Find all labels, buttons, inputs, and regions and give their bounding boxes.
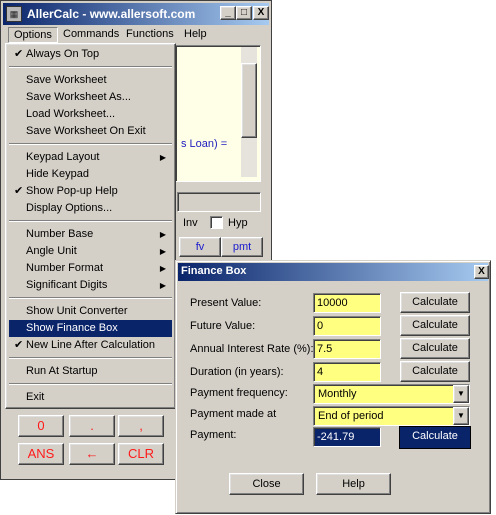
calculator-icon: ▦ <box>6 6 22 22</box>
calculate-duration-button[interactable]: Calculate <box>400 361 470 382</box>
inv-label: Inv <box>183 217 198 229</box>
menu-item-significant-digits[interactable]: Significant Digits ▶ <box>9 277 172 294</box>
options-menu: ✔ Always On Top Save Worksheet Save Works… <box>5 43 176 409</box>
entry-field[interactable] <box>177 192 261 212</box>
menu-options[interactable]: Options <box>8 27 58 43</box>
menu-item-show-finance-box[interactable]: Show Finance Box <box>9 320 172 337</box>
worksheet-scrollbar[interactable] <box>241 47 257 177</box>
menu-item-keypad-layout[interactable]: Keypad Layout ▶ <box>9 149 172 166</box>
calculate-interest-rate-button[interactable]: Calculate <box>400 338 470 359</box>
calculate-payment-button[interactable]: Calculate <box>399 426 471 449</box>
key-comma[interactable]: , <box>118 415 164 437</box>
future-value-label: Future Value: <box>190 320 256 332</box>
calc-title-bar[interactable]: ▦ AllerCalc - www.allersoft.com _ □ X <box>3 3 269 25</box>
scrollbar-thumb[interactable] <box>241 63 257 138</box>
menu-item-show-popup-help[interactable]: ✔ Show Pop-up Help <box>9 183 172 200</box>
close-button[interactable]: X <box>253 6 269 20</box>
pmt-button[interactable]: pmt <box>221 237 263 257</box>
menu-item-display-options[interactable]: Display Options... <box>9 200 172 217</box>
interest-rate-label: Annual Interest Rate (%): <box>190 343 314 355</box>
payment-frequency-label: Payment frequency: <box>190 387 288 399</box>
menu-separator <box>9 220 172 222</box>
menu-item-new-line-after-calc[interactable]: ✔ New Line After Calculation <box>9 337 172 354</box>
menu-item-run-at-startup[interactable]: Run At Startup <box>9 363 172 380</box>
payment-label: Payment: <box>190 429 237 441</box>
calc-title: AllerCalc - www.allersoft.com <box>27 7 196 21</box>
menu-separator <box>9 383 172 385</box>
menu-item-hide-keypad[interactable]: Hide Keypad <box>9 166 172 183</box>
payment-made-at-value: End of period <box>318 410 384 422</box>
key-ans[interactable]: ANS <box>18 443 64 465</box>
close-dialog-button[interactable]: Close <box>229 473 304 495</box>
menu-item-save-worksheet[interactable]: Save Worksheet <box>9 72 172 89</box>
key-zero[interactable]: 0 <box>18 415 64 437</box>
calculate-future-value-button[interactable]: Calculate <box>400 315 470 336</box>
submenu-arrow-icon: ▶ <box>159 264 166 273</box>
menu-item-save-on-exit[interactable]: Save Worksheet On Exit <box>9 123 172 140</box>
menu-item-always-on-top[interactable]: ✔ Always On Top <box>9 46 172 63</box>
finance-box-title-bar[interactable]: Finance Box X <box>178 263 489 281</box>
present-value-label: Present Value: <box>190 297 262 309</box>
menubar: Options Commands Functions Help <box>3 26 269 44</box>
menu-functions[interactable]: Functions <box>121 27 179 41</box>
finance-box-title: Finance Box <box>181 265 247 277</box>
menu-help[interactable]: Help <box>179 27 212 41</box>
chevron-down-icon[interactable]: ▼ <box>453 385 469 403</box>
menu-separator <box>9 297 172 299</box>
chevron-down-icon[interactable]: ▼ <box>453 407 469 425</box>
minimize-button[interactable]: _ <box>220 6 236 20</box>
menu-item-save-worksheet-as[interactable]: Save Worksheet As... <box>9 89 172 106</box>
menu-separator <box>9 143 172 145</box>
payment-made-at-select[interactable]: End of period ▼ <box>313 406 470 426</box>
key-backspace[interactable]: ← <box>69 443 115 465</box>
payment-output[interactable]: -241.79 <box>313 427 381 447</box>
submenu-arrow-icon: ▶ <box>159 281 166 290</box>
hyp-checkbox[interactable] <box>210 216 223 229</box>
finance-close-button[interactable]: X <box>474 265 489 279</box>
menu-item-angle-unit[interactable]: Angle Unit ▶ <box>9 243 172 260</box>
present-value-input[interactable]: 10000 <box>313 293 381 313</box>
menu-separator <box>9 66 172 68</box>
checkmark-icon: ✔ <box>14 48 24 60</box>
future-value-input[interactable]: 0 <box>313 316 381 336</box>
help-button[interactable]: Help <box>316 473 391 495</box>
finance-box-dialog: Finance Box X Present Value: 10000 Calcu… <box>175 260 491 514</box>
menu-item-exit[interactable]: Exit <box>9 389 172 406</box>
submenu-arrow-icon: ▶ <box>159 247 166 256</box>
hyp-label: Hyp <box>228 217 248 229</box>
submenu-arrow-icon: ▶ <box>159 230 166 239</box>
interest-rate-input[interactable]: 7.5 <box>313 339 381 359</box>
submenu-arrow-icon: ▶ <box>159 153 166 162</box>
duration-label: Duration (in years): <box>190 366 284 378</box>
calculate-present-value-button[interactable]: Calculate <box>400 292 470 313</box>
maximize-button[interactable]: □ <box>236 6 252 20</box>
checkmark-icon: ✔ <box>14 339 24 351</box>
key-decimal[interactable]: . <box>69 415 115 437</box>
menu-item-number-base[interactable]: Number Base ▶ <box>9 226 172 243</box>
payment-made-at-label: Payment made at <box>190 408 277 420</box>
worksheet-text: s Loan) = <box>181 138 228 150</box>
payment-frequency-select[interactable]: Monthly ▼ <box>313 384 470 404</box>
menu-commands[interactable]: Commands <box>58 27 124 41</box>
payment-frequency-value: Monthly <box>318 388 357 400</box>
menu-item-show-unit-converter[interactable]: Show Unit Converter <box>9 303 172 320</box>
fv-button[interactable]: fv <box>179 237 221 257</box>
key-clr[interactable]: CLR <box>118 443 164 465</box>
checkmark-icon: ✔ <box>14 185 24 197</box>
duration-input[interactable]: 4 <box>313 362 381 382</box>
menu-item-load-worksheet[interactable]: Load Worksheet... <box>9 106 172 123</box>
menu-separator <box>9 357 172 359</box>
menu-item-number-format[interactable]: Number Format ▶ <box>9 260 172 277</box>
